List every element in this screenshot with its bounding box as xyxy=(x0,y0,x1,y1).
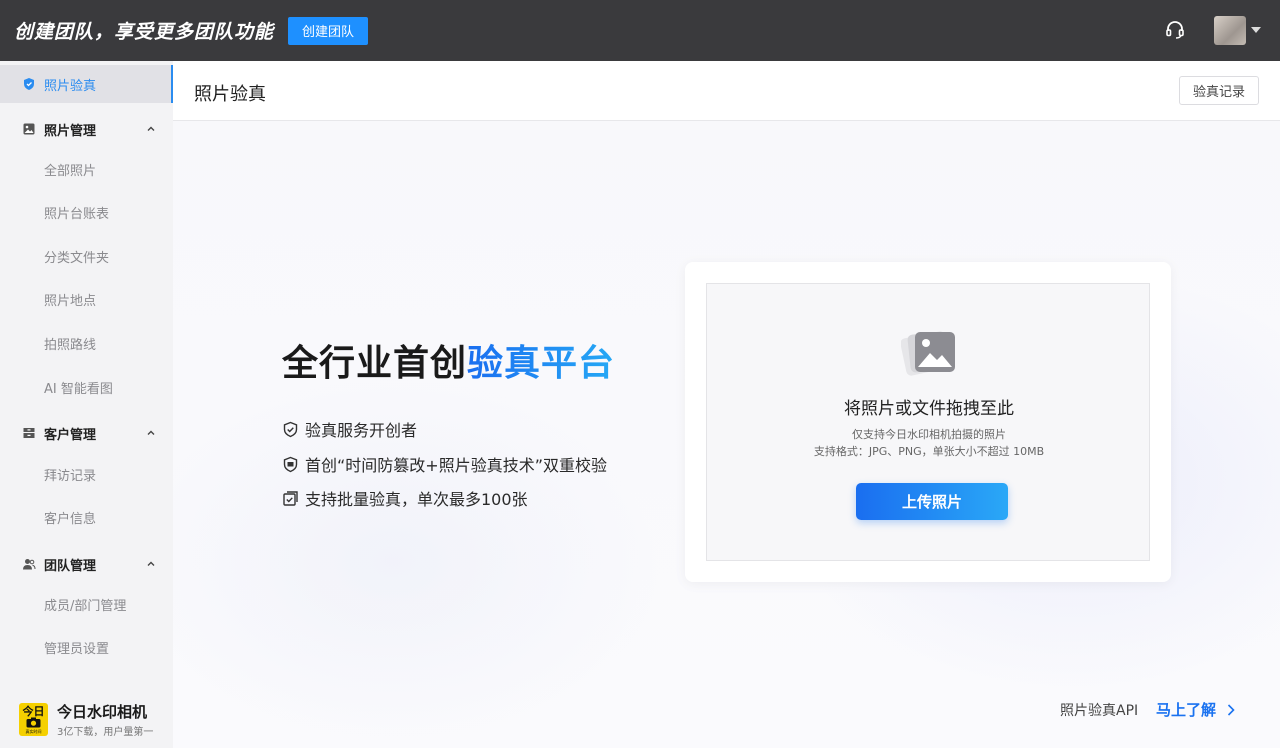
shield-icon xyxy=(24,78,34,90)
feature-text: 支持批量验真，单次最多100张 xyxy=(305,490,528,509)
sidebar-group-photo-management[interactable]: 照片管理 xyxy=(0,111,173,147)
image-icon xyxy=(23,123,35,135)
sidebar-item-all-photos[interactable]: 全部照片 xyxy=(44,162,96,182)
upload-card: 将照片或文件拖拽至此 仅支持今日水印相机拍摄的照片 支持格式：JPG、PNG，单… xyxy=(685,262,1171,582)
page-title: 照片验真 xyxy=(194,84,266,105)
sidebar-item-members-departments[interactable]: 成员/部门管理 xyxy=(44,597,126,617)
sidebar-group-team-management[interactable]: 团队管理 xyxy=(0,546,173,582)
verify-records-button[interactable]: 验真记录 xyxy=(1179,76,1259,105)
headset-icon[interactable] xyxy=(1164,19,1186,41)
sidebar-item-category-folders[interactable]: 分类文件夹 xyxy=(44,249,109,269)
sidebar-item-label: 照片验真 xyxy=(44,78,97,94)
learn-more-label: 马上了解 xyxy=(1156,701,1217,719)
api-label: 照片验真API xyxy=(1060,703,1139,719)
hero-title-plain: 全行业首创 xyxy=(282,343,468,384)
sidebar: 照片验真 照片管理 全部照片 照片台账表 分类文件夹 照片地点 拍照路线 AI … xyxy=(0,61,174,748)
brand-subtitle: 3亿下载，用户量第一 xyxy=(57,727,154,738)
logo-text-bottom: 真实时间 xyxy=(25,729,42,734)
feature-item: 支持批量验真，单次最多100张 xyxy=(282,487,528,509)
users-icon xyxy=(23,559,36,570)
feature-text: 首创“时间防篡改+照片验真技术”双重校验 xyxy=(305,456,607,475)
sidebar-item-admin-settings[interactable]: 管理员设置 xyxy=(44,640,109,660)
verify-badge-icon xyxy=(283,456,298,472)
main-content: 照片验真 验真记录 全行业首创验真平台 验真服务开创者 首创“时间防篡改+照片验… xyxy=(173,61,1280,748)
learn-more-link[interactable]: 马上了解 xyxy=(1156,699,1236,720)
sidebar-group-label: 客户管理 xyxy=(44,427,97,443)
drop-zone[interactable]: 将照片或文件拖拽至此 仅支持今日水印相机拍摄的照片 支持格式：JPG、PNG，单… xyxy=(706,283,1150,561)
create-team-button[interactable]: 创建团队 xyxy=(288,16,369,45)
upload-photo-button[interactable]: 上传照片 xyxy=(856,483,1008,520)
chevron-up-icon[interactable] xyxy=(146,124,156,134)
shield-check-icon xyxy=(283,421,298,437)
sidebar-item-photo-ledger[interactable]: 照片台账表 xyxy=(44,205,109,225)
topbar-title: 创建团队，享受更多团队功能 xyxy=(14,21,275,43)
sidebar-item-visit-records[interactable]: 拜访记录 xyxy=(44,467,96,487)
sidebar-group-label: 照片管理 xyxy=(44,123,97,139)
sidebar-item-customer-info[interactable]: 客户信息 xyxy=(44,510,96,530)
feature-item: 验真服务开创者 xyxy=(282,418,417,440)
drop-zone-title: 将照片或文件拖拽至此 xyxy=(844,399,1014,419)
top-bar: 创建团队，享受更多团队功能 创建团队 xyxy=(0,0,1280,61)
camera-icon xyxy=(26,717,41,728)
hero-title-accent: 验真平台 xyxy=(467,343,616,384)
sidebar-item-photo-verify[interactable]: 照片验真 xyxy=(0,65,174,103)
sidebar-item-photo-routes[interactable]: 拍照路线 xyxy=(44,336,96,356)
feature-item: 首创“时间防篡改+照片验真技术”双重校验 xyxy=(282,453,607,475)
sidebar-item-ai-viewer[interactable]: AI 智能看图 xyxy=(44,380,113,400)
chevron-up-icon[interactable] xyxy=(146,428,156,438)
hero-title: 全行业首创验真平台 xyxy=(282,334,615,386)
sidebar-group-label: 团队管理 xyxy=(44,558,97,574)
brand: 今日 真实时间 今日水印相机 3亿下载，用户量第一 xyxy=(19,701,169,741)
app-logo: 今日 真实时间 xyxy=(19,703,48,736)
avatar[interactable] xyxy=(1214,16,1246,45)
sidebar-item-photo-locations[interactable]: 照片地点 xyxy=(44,292,96,312)
sidebar-group-customer-management[interactable]: 客户管理 xyxy=(0,415,173,451)
batch-check-icon xyxy=(283,490,298,506)
cabinet-icon xyxy=(23,428,35,438)
chevron-right-icon xyxy=(1227,703,1235,716)
drop-zone-hint: 仅支持今日水印相机拍摄的照片 xyxy=(852,428,1006,441)
caret-down-icon[interactable] xyxy=(1251,27,1261,33)
chevron-up-icon[interactable] xyxy=(146,559,156,569)
image-upload-icon xyxy=(901,331,955,376)
page-header: 照片验真 验真记录 xyxy=(173,61,1280,121)
brand-name: 今日水印相机 xyxy=(57,703,148,721)
feature-text: 验真服务开创者 xyxy=(305,421,418,440)
drop-zone-format-hint: 支持格式：JPG、PNG，单张大小不超过 10MB xyxy=(813,445,1045,458)
